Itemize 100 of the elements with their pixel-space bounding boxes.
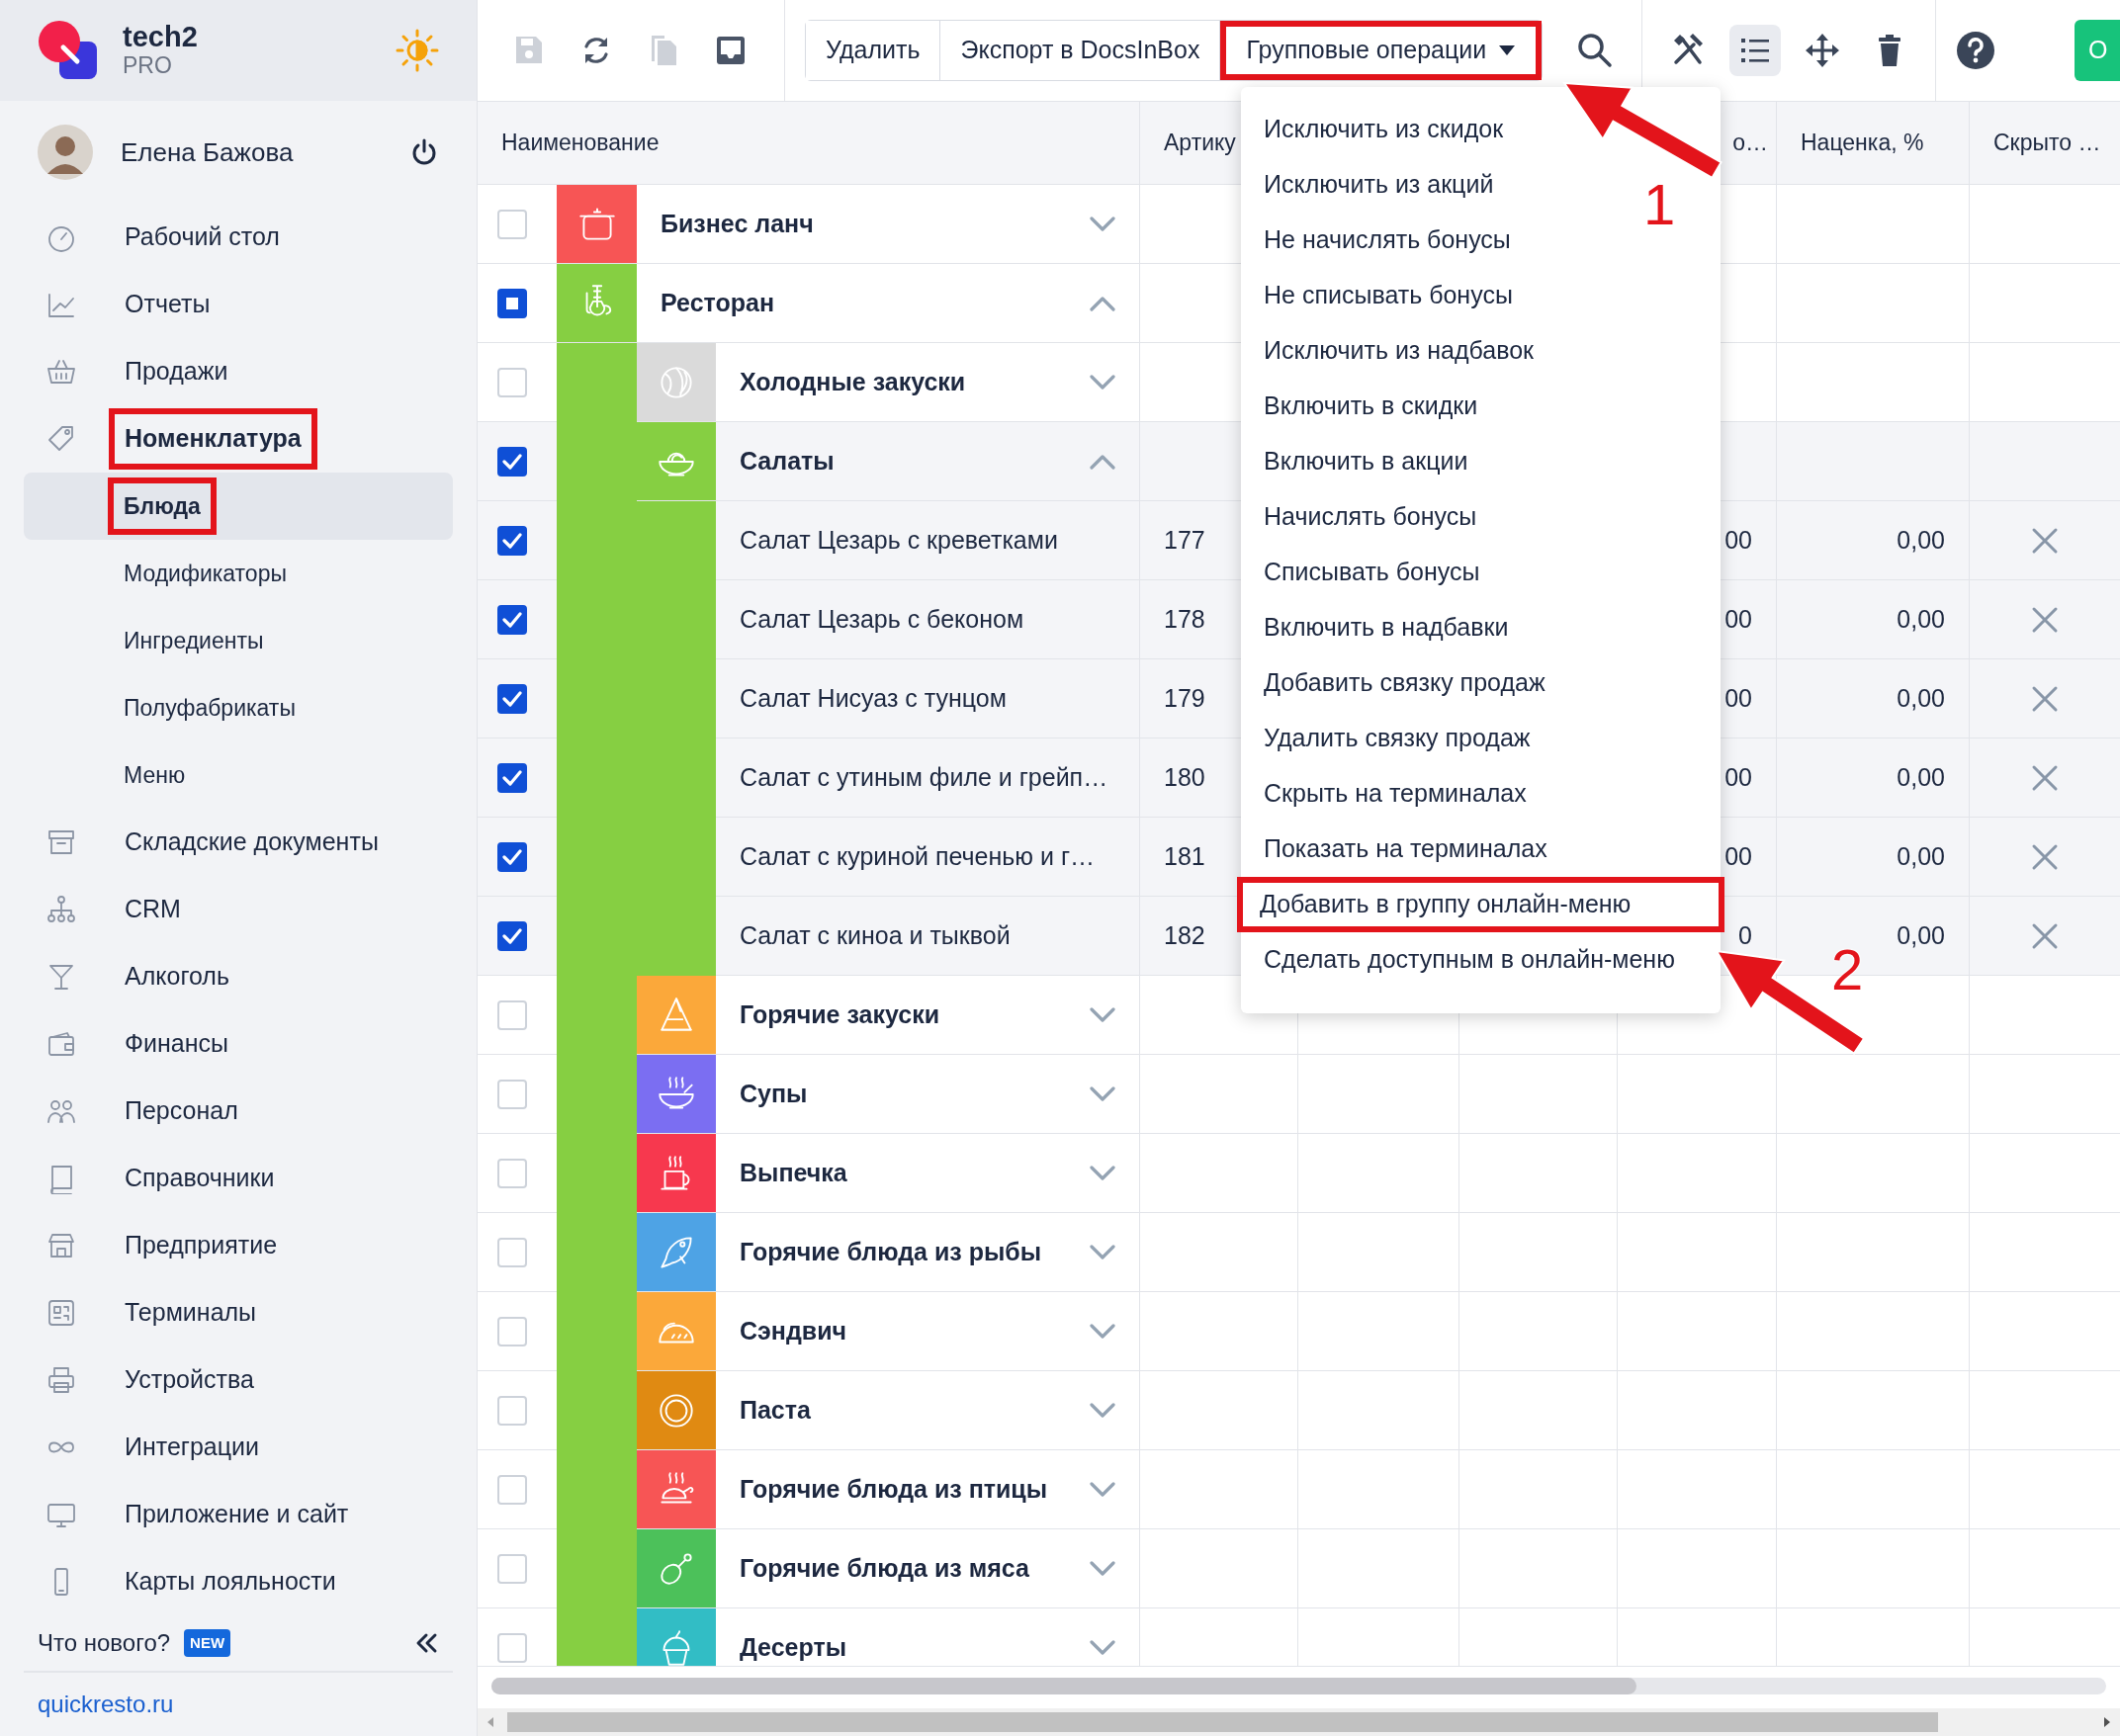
nav-item[interactable]: Приложение и сайт [109, 1484, 365, 1545]
nav-item[interactable]: Продажи [109, 341, 244, 402]
menu-item[interactable]: Исключить из акций [1241, 157, 1517, 213]
dish-name: Салат Нисуаз с тунцом [740, 682, 1007, 714]
scrollbar[interactable] [478, 1708, 2120, 1736]
group-name: Горячие блюда из мяса [740, 1552, 1029, 1584]
menu-item[interactable]: Включить в акции [1241, 434, 1491, 489]
checkbox[interactable] [497, 525, 527, 556]
menu-item[interactable]: Исключить из надбавок [1241, 323, 1557, 379]
nav-item[interactable]: Складские документы [109, 812, 395, 873]
menu-item[interactable]: Не начислять бонусы [1241, 213, 1534, 268]
chevron-down-icon[interactable] [1090, 1639, 1115, 1656]
markup-cell-text: 0,00 [1897, 524, 1945, 556]
column-header: Скрыто … [1993, 129, 2101, 158]
checkbox[interactable] [497, 920, 527, 951]
nav-item[interactable]: Рабочий стол [109, 207, 296, 268]
dropdown-button[interactable]: Групповые операции [1220, 21, 1543, 80]
column-header: Наименование [501, 129, 660, 158]
checkbox[interactable] [497, 604, 527, 635]
nav-item[interactable]: Финансы [109, 1013, 244, 1075]
scroll-left-icon[interactable] [486, 1716, 495, 1728]
nav-item[interactable]: Справочники [109, 1148, 291, 1209]
article-cell-text: 178 [1164, 603, 1205, 635]
menu-item[interactable]: Скрыть на терминалах [1241, 766, 1549, 822]
group-name: Горячие закуски [740, 998, 940, 1030]
chevron-up-icon[interactable] [1090, 453, 1115, 470]
site-link[interactable]: quickresto.ru [38, 1687, 174, 1722]
group-name: Сэндвич [740, 1315, 847, 1346]
nav-item[interactable]: Карты лояльности [109, 1551, 352, 1612]
menu-item[interactable]: Добавить в группу онлайн-меню [1237, 877, 1724, 932]
dish-name: Салат Цезарь с креветками [740, 524, 1058, 556]
menu-item[interactable]: Исключить из скидок [1241, 102, 1527, 157]
menu-item[interactable]: Добавить связку продаж [1241, 655, 1568, 711]
value-cell-text: 00 [1724, 603, 1752, 635]
chevron-down-icon[interactable] [1090, 1323, 1115, 1340]
menu-item[interactable]: Сделать доступным в онлайн-меню [1241, 932, 1698, 988]
chevron-down-icon[interactable] [1090, 1244, 1115, 1260]
value-cell-text: 00 [1724, 682, 1752, 714]
nav-item[interactable]: Алкоголь [109, 946, 245, 1007]
menu-item[interactable]: Удалить связку продаж [1241, 711, 1553, 766]
menu-item[interactable]: Не списывать бонусы [1241, 268, 1536, 323]
check-icon [502, 927, 522, 944]
nav-subitem[interactable]: Меню [108, 745, 202, 805]
chevron-down-icon[interactable] [1090, 1481, 1115, 1498]
nav-subitem[interactable]: Полуфабрикаты [108, 678, 311, 738]
checkbox[interactable] [497, 288, 527, 318]
check-icon [502, 848, 522, 865]
theme-icon[interactable] [396, 29, 439, 72]
column-header: о… [1732, 129, 1768, 158]
group-name: Холодные закуски [740, 366, 966, 397]
article-cell-text: 180 [1164, 761, 1205, 793]
checkbox[interactable] [497, 446, 527, 477]
nav-item[interactable]: Устройства [109, 1349, 270, 1411]
nav-item[interactable]: Отчеты [109, 274, 226, 335]
scrollbar[interactable] [491, 1678, 2106, 1694]
nav-item[interactable]: Терминалы [109, 1282, 273, 1344]
group-name: Паста [740, 1394, 811, 1426]
chevron-down-icon[interactable] [1090, 216, 1115, 232]
callout-number: 1 [1643, 176, 1676, 233]
chevron-down-icon[interactable] [1090, 1402, 1115, 1419]
menu-item[interactable]: Показать на терминалах [1241, 822, 1570, 877]
value-cell-text: 00 [1724, 524, 1752, 556]
markup-cell-text: 0,00 [1897, 682, 1945, 714]
markup-cell-text: 0,00 [1897, 840, 1945, 872]
menu-item[interactable]: Списывать бонусы [1241, 545, 1503, 600]
toolbar-button[interactable]: Удалить [806, 21, 941, 80]
chevron-down-icon[interactable] [1090, 1560, 1115, 1577]
checkbox[interactable] [497, 683, 527, 714]
chevron-down-icon[interactable] [1090, 1085, 1115, 1102]
dish-name: Салат с утиным филе и грейп… [740, 761, 1108, 793]
nav-item[interactable]: CRM [109, 879, 197, 940]
plan-label: PRO [123, 53, 173, 79]
move-icon[interactable] [1805, 33, 1841, 68]
menu-item[interactable]: Включить в надбавки [1241, 600, 1532, 655]
nav-subitem[interactable]: Ингредиенты [108, 611, 280, 670]
nav-item[interactable]: Номенклатура [109, 408, 317, 470]
search-icon[interactable] [1576, 32, 1615, 69]
column-header: Артику [1164, 129, 1236, 158]
nav-item[interactable]: Предприятие [109, 1215, 294, 1276]
article-cell-text: 177 [1164, 524, 1205, 556]
nav-item[interactable]: Интеграции [109, 1417, 276, 1478]
whats-new-link[interactable]: Что нового? [38, 1625, 171, 1661]
callout-number: 2 [1831, 941, 1864, 998]
view-toggle[interactable] [1729, 25, 1782, 76]
menu-item[interactable]: Начислять бонусы [1241, 489, 1500, 545]
logo-icon [38, 20, 99, 81]
nav-subitem[interactable]: Модификаторы [108, 544, 303, 603]
chevron-down-icon[interactable] [1090, 1165, 1115, 1181]
nav-subitem[interactable]: Блюда [108, 477, 217, 536]
nav-item[interactable]: Персонал [109, 1081, 254, 1142]
checkbox[interactable] [497, 762, 527, 793]
chevron-down-icon[interactable] [1090, 1006, 1115, 1023]
chevron-up-icon[interactable] [1090, 295, 1115, 311]
group-name: Выпечка [740, 1157, 847, 1188]
checkbox[interactable] [497, 841, 527, 872]
help-icon[interactable] [1956, 31, 1996, 70]
article-cell-text: 181 [1164, 840, 1205, 872]
chevron-down-icon[interactable] [1090, 374, 1115, 391]
menu-item[interactable]: Включить в скидки [1241, 379, 1501, 434]
scroll-right-icon[interactable] [2102, 1716, 2112, 1728]
